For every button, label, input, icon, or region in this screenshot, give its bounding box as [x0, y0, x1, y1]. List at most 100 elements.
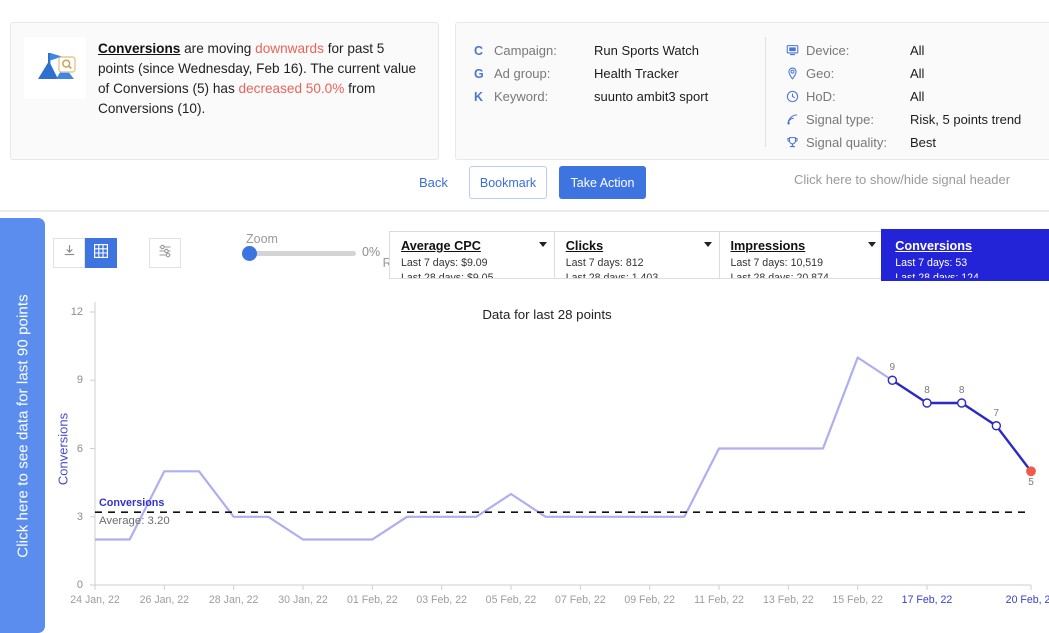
meta-value-signal-type: Risk, 5 points trend — [910, 112, 1022, 127]
chart-x-tick: 05 Feb, 22 — [485, 594, 537, 606]
meta-key-signal-type: Signal type: — [806, 112, 874, 127]
chevron-down-icon[interactable] — [703, 242, 712, 247]
metric-tab-last7: Last 7 days: $9.09 — [401, 256, 488, 269]
chart-x-tick: 17 Feb, 22 — [901, 594, 953, 606]
metric-tab-last28: Last 28 days: 20,874 — [730, 272, 829, 279]
chart-point-label: 9 — [889, 362, 896, 374]
metric-tab-average-cpc[interactable]: Average CPC Last 7 days: $9.09 Last 28 d… — [389, 231, 554, 279]
chart-plot[interactable] — [45, 290, 1049, 633]
meta-value-hod: All — [910, 89, 925, 104]
chevron-down-icon[interactable] — [538, 242, 547, 247]
download-icon — [62, 243, 77, 263]
metric-tab-last28: Last 28 days: 1,403 — [565, 272, 659, 279]
toggle-signal-header-hint[interactable]: Click here to show/hide signal header — [794, 172, 1010, 187]
device-icon — [786, 44, 806, 57]
meta-column-targeting: C Campaign: Run Sports Watch G Ad group:… — [456, 37, 766, 147]
chart-point-label: 8 — [924, 385, 930, 396]
meta-row-signal-quality: Signal quality: Best — [786, 131, 1021, 154]
meta-row-keyword: K Keyword: suunto ambit3 sport — [474, 85, 765, 108]
signal-summary-panel: Conversions are moving downwards for pas… — [10, 22, 439, 160]
table-view-button[interactable] — [85, 238, 117, 268]
chart-x-tick: 15 Feb, 22 — [832, 594, 883, 606]
meta-key-keyword: Keyword: — [494, 89, 549, 104]
meta-key-hod: HoD: — [806, 89, 836, 104]
chart-x-tick: 26 Jan, 22 — [139, 594, 190, 606]
chart-x-tick: 24 Jan, 22 — [70, 594, 120, 606]
meta-row-hod: HoD: All — [786, 85, 1021, 108]
meta-key-adgroup: Ad group: — [494, 66, 551, 81]
meta-value-campaign: Run Sports Watch — [594, 43, 700, 58]
meta-key-signal-quality: Signal quality: — [806, 135, 887, 150]
sliders-settings-icon — [157, 243, 173, 264]
metric-tab-bar: Average CPC Last 7 days: $9.09 Last 28 d… — [389, 229, 1049, 281]
header-divider — [0, 210, 1049, 212]
meta-row-adgroup: G Ad group: Health Tracker — [474, 62, 765, 85]
zoom-slider-knob[interactable] — [242, 246, 257, 261]
metric-tab-title: Average CPC — [401, 239, 481, 253]
bookmark-button[interactable]: Bookmark — [469, 166, 547, 199]
chart-x-tick: 28 Jan, 22 — [208, 594, 259, 606]
metric-tab-last7: Last 7 days: 10,519 — [730, 256, 823, 269]
back-button[interactable]: Back — [419, 175, 448, 190]
metric-tab-title: Clicks — [565, 239, 604, 253]
chart-y-tick: 12 — [70, 306, 83, 318]
signal-image-search-icon — [24, 37, 86, 99]
chart-x-tick: 01 Feb, 22 — [347, 594, 398, 606]
view-toggle-group — [53, 238, 117, 268]
trophy-icon — [786, 136, 806, 149]
chart-x-tick: 30 Jan, 22 — [278, 594, 328, 606]
summary-direction: downwards — [255, 41, 324, 56]
show-90-points-tab-label: Click here to see data for last 90 point… — [14, 293, 31, 558]
take-action-button[interactable]: Take Action — [559, 166, 646, 199]
chart-y-tick: 9 — [76, 374, 83, 387]
meta-column-signal: Device: All Geo: All HoD: All Signal typ… — [766, 37, 1021, 159]
meta-row-device: Device: All — [786, 39, 1021, 62]
metric-tab-title: Impressions — [730, 239, 806, 253]
metric-tab-last7: Last 7 days: 812 — [565, 256, 644, 269]
meta-key-geo: Geo: — [806, 66, 835, 81]
meta-row-geo: Geo: All — [786, 62, 1021, 85]
signal-meta-panel: C Campaign: Run Sports Watch G Ad group:… — [455, 22, 1049, 160]
chevron-down-icon[interactable] — [868, 242, 877, 247]
chart-point-label: 7 — [993, 407, 1000, 419]
signal-action-bar: Back Bookmark Take Action Click here to … — [0, 160, 1049, 212]
meta-key-device: Device: — [806, 43, 850, 58]
chart-x-tick: 03 Feb, 22 — [416, 594, 467, 606]
chart-average-label: Conversions — [99, 497, 165, 510]
meta-value-keyword: suunto ambit3 sport — [594, 89, 709, 104]
show-90-points-tab[interactable]: Click here to see data for last 90 point… — [0, 218, 45, 633]
chart-settings-button[interactable] — [149, 238, 181, 268]
metric-tab-last28: Last 28 days: $9.05 — [401, 272, 494, 279]
meta-value-geo: All — [910, 66, 925, 81]
chart-y-tick: 6 — [76, 442, 83, 455]
metric-tab-clicks[interactable]: Clicks Last 7 days: 812 Last 28 days: 1,… — [553, 231, 719, 279]
zoom-control: Zoom 0% — [200, 232, 380, 264]
geo-pin-icon — [786, 67, 806, 80]
meta-value-device: All — [910, 43, 925, 58]
zoom-slider-track[interactable] — [246, 251, 356, 256]
signal-waves-icon — [786, 113, 806, 126]
chart-x-tick: 11 Feb, 22 — [694, 594, 744, 606]
chart-average-value: Average: 3.20 — [99, 515, 170, 528]
signal-header: Conversions are moving downwards for pas… — [0, 0, 1049, 212]
clock-icon — [786, 90, 806, 103]
conversions-chart: Data for last 28 points Conversions 0369… — [45, 290, 1049, 633]
chart-point-label: 5 — [1028, 477, 1034, 489]
metric-tab-last28: Last 28 days: 124 — [895, 272, 979, 279]
summary-text-1: are moving — [180, 41, 256, 56]
download-button[interactable] — [53, 238, 85, 268]
keyword-k-icon: K — [474, 89, 484, 104]
metric-tab-conversions[interactable]: Conversions Last 7 days: 53 Last 28 days… — [881, 229, 1049, 281]
metric-tab-impressions[interactable]: Impressions Last 7 days: 10,519 Last 28 … — [718, 231, 884, 279]
grid-table-icon — [93, 243, 109, 264]
summary-metric-link[interactable]: Conversions — [98, 41, 180, 56]
zoom-label: Zoom — [246, 232, 278, 246]
chart-y-tick: 3 — [76, 510, 83, 523]
signal-detail-page: Conversions are moving downwards for pas… — [0, 0, 1049, 633]
signal-summary-text: Conversions are moving downwards for pas… — [98, 37, 422, 119]
chart-point-label: 8 — [958, 385, 965, 396]
meta-key-campaign: Campaign: — [494, 43, 557, 58]
chart-x-tick: 20 Feb, 22 — [1005, 594, 1049, 606]
campaign-c-icon: C — [474, 43, 484, 58]
meta-value-adgroup: Health Tracker — [594, 66, 679, 81]
